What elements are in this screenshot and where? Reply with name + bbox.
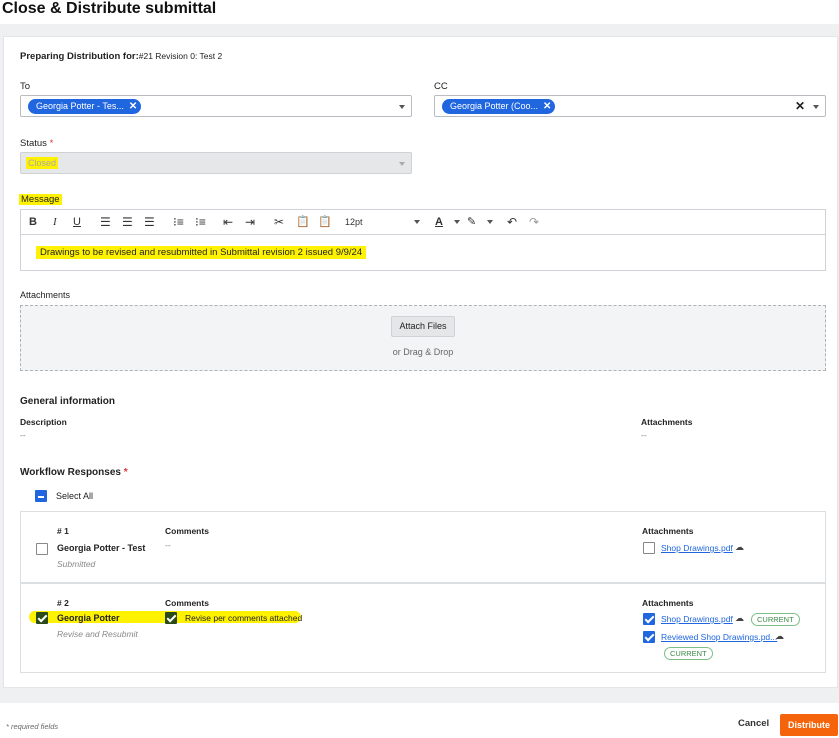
response-attachments-label: Attachments	[642, 526, 694, 536]
cc-field[interactable]: Georgia Potter (Coo... ✕ ✕	[434, 95, 826, 117]
comments-label: Comments	[165, 526, 209, 536]
preparing-distribution-label: Preparing Distribution for:#21 Revision …	[20, 51, 222, 62]
comments-label: Comments	[165, 598, 209, 608]
editor-toolbar: B I U ☰ ☰ ☰ ⁝≡ ⁝≡ ⇤ ⇥ ✂ 📋 📋 12pt A ✎ ↶ ↷	[20, 209, 826, 234]
modal-title: Close & Distribute submittal	[2, 0, 217, 17]
required-mark: *	[49, 138, 54, 149]
paste-text-icon[interactable]: 📋	[318, 215, 332, 229]
chevron-down-icon[interactable]	[414, 220, 420, 224]
paste-icon[interactable]: 📋	[296, 215, 310, 229]
response-number: # 2	[57, 598, 69, 608]
message-editor[interactable]: Drawings to be revised and resubmitted i…	[20, 234, 826, 271]
current-badge: CURRENT	[751, 613, 800, 626]
attachment-checkbox[interactable]	[643, 613, 655, 625]
cc-label: CC	[434, 81, 448, 92]
response-attachments-label: Attachments	[642, 598, 694, 608]
redo-icon[interactable]: ↷	[529, 215, 539, 229]
responder-name: Georgia Potter - Test	[57, 543, 146, 553]
attachments-label: Attachments	[20, 290, 71, 300]
chevron-down-icon[interactable]	[454, 220, 460, 224]
undo-icon[interactable]: ↶	[507, 215, 517, 229]
general-attachments-value: --	[641, 430, 647, 440]
cloud-download-icon[interactable]: ☁	[735, 613, 744, 624]
align-center-icon[interactable]: ☰	[122, 215, 133, 229]
responder-name: Georgia Potter	[57, 613, 120, 623]
prep-value: #21 Revision 0: Test 2	[138, 51, 223, 61]
to-chip-label: Georgia Potter - Tes...	[36, 101, 124, 111]
cloud-download-icon[interactable]: ☁	[775, 631, 784, 642]
workflow-title-text: Workflow Responses	[20, 467, 121, 478]
cut-icon[interactable]: ✂	[274, 215, 284, 229]
chevron-down-icon[interactable]	[399, 162, 405, 166]
attachment-checkbox[interactable]	[643, 631, 655, 643]
required-mark: *	[123, 467, 128, 478]
numbered-list-icon[interactable]: ⁝≡	[195, 215, 206, 229]
message-label: Message	[19, 194, 62, 205]
required-fields-note: * required fields	[6, 722, 59, 731]
bullet-list-icon[interactable]: ⁝≡	[173, 215, 184, 229]
description-value: --	[20, 430, 26, 440]
chevron-down-icon[interactable]	[399, 105, 405, 109]
remove-chip-icon[interactable]: ✕	[129, 99, 137, 114]
prep-label: Preparing Distribution for:	[20, 51, 139, 62]
response-status: Submitted	[57, 559, 96, 569]
attachment-dropzone[interactable]: Attach Files or Drag & Drop	[20, 305, 826, 371]
message-text: Drawings to be revised and resubmitted i…	[36, 246, 367, 259]
indent-icon[interactable]: ⇥	[245, 215, 255, 229]
attachment-link[interactable]: Shop Drawings.pdf	[661, 614, 733, 624]
to-label: To	[20, 81, 31, 92]
status-label: Status *	[20, 138, 53, 149]
response-comment: Revise per comments attached	[185, 613, 303, 623]
outdent-icon[interactable]: ⇤	[223, 215, 233, 229]
chevron-down-icon[interactable]	[487, 220, 493, 224]
form-card: Preparing Distribution for:#21 Revision …	[3, 36, 838, 688]
bold-icon[interactable]: B	[29, 215, 37, 229]
general-attachments-label: Attachments	[641, 417, 693, 427]
modal-header: Close & Distribute submittal	[0, 0, 839, 24]
attachment-checkbox[interactable]	[643, 542, 655, 554]
workflow-response-row: # 2 Georgia Potter Revise and Resubmit C…	[20, 583, 826, 673]
response-comment: --	[165, 540, 171, 550]
general-info-title: General information	[20, 396, 116, 407]
select-all-label: Select All	[56, 491, 94, 501]
response-checkbox[interactable]	[36, 543, 48, 555]
to-recipient-chip[interactable]: Georgia Potter - Tes... ✕	[28, 99, 142, 114]
attachment-link[interactable]: Reviewed Shop Drawings.pd...	[661, 632, 777, 642]
workflow-response-row: # 1 Georgia Potter - Test Submitted Comm…	[20, 511, 826, 583]
font-size-select[interactable]: 12pt	[345, 215, 363, 229]
current-badge: CURRENT	[664, 647, 713, 660]
highlight-icon[interactable]: ✎	[467, 215, 476, 229]
response-status: Revise and Resubmit	[57, 629, 138, 639]
response-number: # 1	[57, 526, 69, 536]
attach-files-button[interactable]: Attach Files	[391, 316, 455, 337]
align-left-icon[interactable]: ☰	[100, 215, 111, 229]
chevron-down-icon[interactable]	[813, 105, 819, 109]
comment-checkbox[interactable]	[165, 612, 177, 624]
to-field[interactable]: Georgia Potter - Tes... ✕	[20, 95, 412, 117]
response-checkbox[interactable]	[36, 612, 48, 624]
attachment-link[interactable]: Shop Drawings.pdf	[661, 543, 733, 553]
status-select[interactable]: Closed	[20, 152, 412, 174]
description-label: Description	[20, 417, 67, 427]
distribute-button[interactable]: Distribute	[780, 714, 838, 736]
text-color-icon[interactable]: A	[435, 215, 443, 229]
cc-recipient-chip[interactable]: Georgia Potter (Coo... ✕	[442, 99, 556, 114]
cc-chip-label: Georgia Potter (Coo...	[450, 101, 539, 111]
underline-icon[interactable]: U	[73, 215, 81, 229]
workflow-title: Workflow Responses *	[20, 467, 128, 478]
align-right-icon[interactable]: ☰	[144, 215, 155, 229]
drag-drop-hint: or Drag & Drop	[392, 347, 454, 357]
cloud-download-icon[interactable]: ☁	[735, 542, 744, 553]
clear-icon[interactable]: ✕	[795, 99, 805, 113]
remove-chip-icon[interactable]: ✕	[543, 99, 551, 114]
select-all-checkbox[interactable]	[35, 490, 47, 502]
cancel-button[interactable]: Cancel	[738, 718, 769, 729]
modal-footer: * required fields Cancel Distribute	[0, 703, 839, 738]
italic-icon[interactable]: I	[53, 215, 57, 229]
status-value: Closed	[26, 157, 59, 169]
status-label-text: Status	[20, 138, 47, 149]
